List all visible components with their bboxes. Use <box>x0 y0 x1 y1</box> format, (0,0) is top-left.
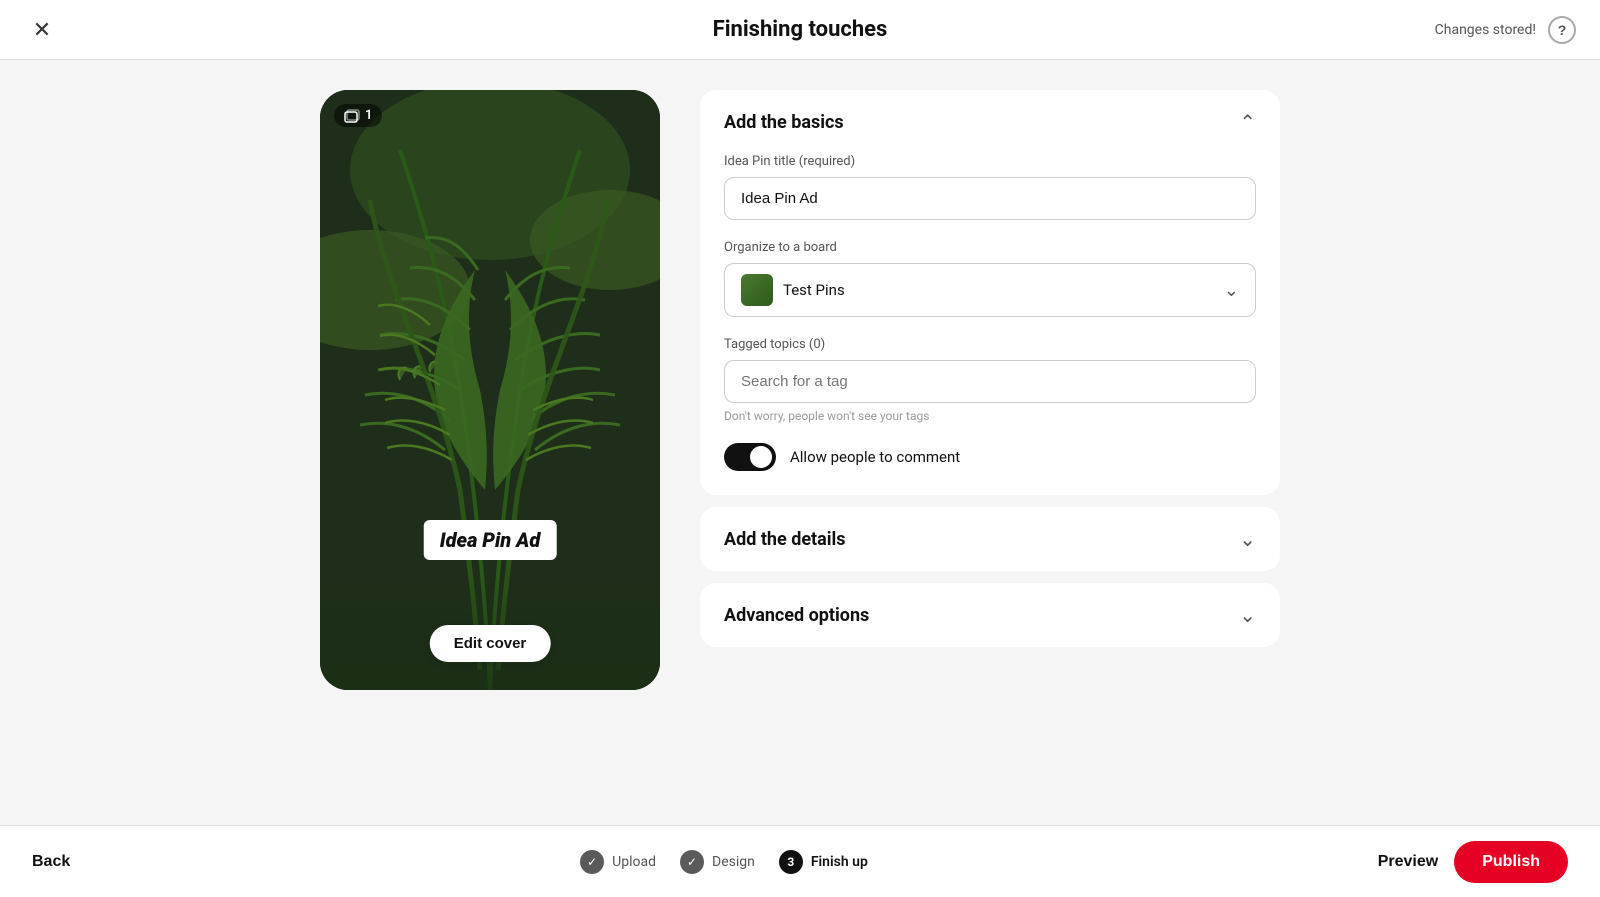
preview-button[interactable]: Preview <box>1378 853 1438 871</box>
step-upload-label: Upload <box>612 854 656 870</box>
edit-cover-button[interactable]: Edit cover <box>430 625 551 662</box>
phone-preview: 1 Idea Pin Ad Edit cover <box>320 90 660 690</box>
tagged-topics-field-group: Tagged topics (0) Don't worry, people wo… <box>724 337 1256 423</box>
board-select-left: Test Pins <box>741 274 845 306</box>
add-basics-title: Add the basics <box>724 112 844 133</box>
back-button[interactable]: Back <box>32 853 70 871</box>
pin-title-field-group: Idea Pin title (required) <box>724 154 1256 220</box>
main-content: 1 Idea Pin Ad Edit cover Add the basics … <box>0 60 1600 825</box>
help-button[interactable]: ? <box>1548 16 1576 44</box>
add-basics-header[interactable]: Add the basics ⌃ <box>700 90 1280 154</box>
chevron-down-icon-details: ⌄ <box>1239 527 1256 551</box>
pin-title-badge: Idea Pin Ad <box>424 520 557 560</box>
step-design: ✓ Design <box>680 850 755 874</box>
step-finish-up-label: Finish up <box>811 854 868 870</box>
board-name: Test Pins <box>783 281 845 299</box>
advanced-options-title: Advanced options <box>724 605 869 626</box>
step-upload: ✓ Upload <box>580 850 656 874</box>
changes-stored-text: Changes stored! <box>1435 22 1536 38</box>
pin-title-text: Idea Pin Ad <box>440 528 541 552</box>
slide-counter: 1 <box>334 104 382 127</box>
fern-illustration <box>320 90 660 690</box>
chevron-down-icon-advanced: ⌄ <box>1239 603 1256 627</box>
pin-title-input[interactable] <box>724 177 1256 220</box>
step-design-label: Design <box>712 854 755 870</box>
board-thumbnail <box>741 274 773 306</box>
chevron-up-icon: ⌃ <box>1239 110 1256 134</box>
board-label: Organize to a board <box>724 240 1256 255</box>
add-details-header[interactable]: Add the details ⌄ <box>700 507 1280 571</box>
step-upload-icon: ✓ <box>580 850 604 874</box>
phone-frame: 1 Idea Pin Ad Edit cover <box>320 90 660 690</box>
board-field-group: Organize to a board Test Pins ⌄ <box>724 240 1256 317</box>
chevron-down-icon: ⌄ <box>1224 280 1239 301</box>
advanced-options-header[interactable]: Advanced options ⌄ <box>700 583 1280 647</box>
step-design-icon: ✓ <box>680 850 704 874</box>
tag-search-input[interactable] <box>724 360 1256 403</box>
publish-button[interactable]: Publish <box>1454 841 1568 883</box>
header-right: Changes stored! ? <box>1435 16 1576 44</box>
advanced-options-section: Advanced options ⌄ <box>700 583 1280 647</box>
tag-hint-text: Don't worry, people won't see your tags <box>724 409 1256 423</box>
tagged-topics-label: Tagged topics (0) <box>724 337 1256 352</box>
header-left: ✕ <box>24 12 60 48</box>
counter-value: 1 <box>365 108 372 123</box>
step-finish-up: 3 Finish up <box>779 850 868 874</box>
phone-image-background: 1 Idea Pin Ad Edit cover <box>320 90 660 690</box>
footer-right: Preview Publish <box>1378 841 1568 883</box>
add-details-section: Add the details ⌄ <box>700 507 1280 571</box>
toggle-knob <box>750 446 772 468</box>
allow-comments-row: Allow people to comment <box>724 443 1256 471</box>
close-button[interactable]: ✕ <box>24 12 60 48</box>
page-title: Finishing touches <box>713 17 888 42</box>
header: ✕ Finishing touches Changes stored! ? <box>0 0 1600 60</box>
add-basics-content: Idea Pin title (required) Organize to a … <box>700 154 1280 495</box>
allow-comments-toggle[interactable] <box>724 443 776 471</box>
step-finish-up-icon: 3 <box>779 850 803 874</box>
add-basics-section: Add the basics ⌃ Idea Pin title (require… <box>700 90 1280 495</box>
pin-title-label: Idea Pin title (required) <box>724 154 1256 169</box>
layers-icon <box>344 109 360 123</box>
allow-comments-label: Allow people to comment <box>790 448 960 466</box>
board-select[interactable]: Test Pins ⌄ <box>724 263 1256 317</box>
add-details-title: Add the details <box>724 529 846 550</box>
steps-indicator: ✓ Upload ✓ Design 3 Finish up <box>580 850 868 874</box>
right-panel: Add the basics ⌃ Idea Pin title (require… <box>700 90 1280 659</box>
footer: Back ✓ Upload ✓ Design 3 Finish up Previ… <box>0 825 1600 897</box>
